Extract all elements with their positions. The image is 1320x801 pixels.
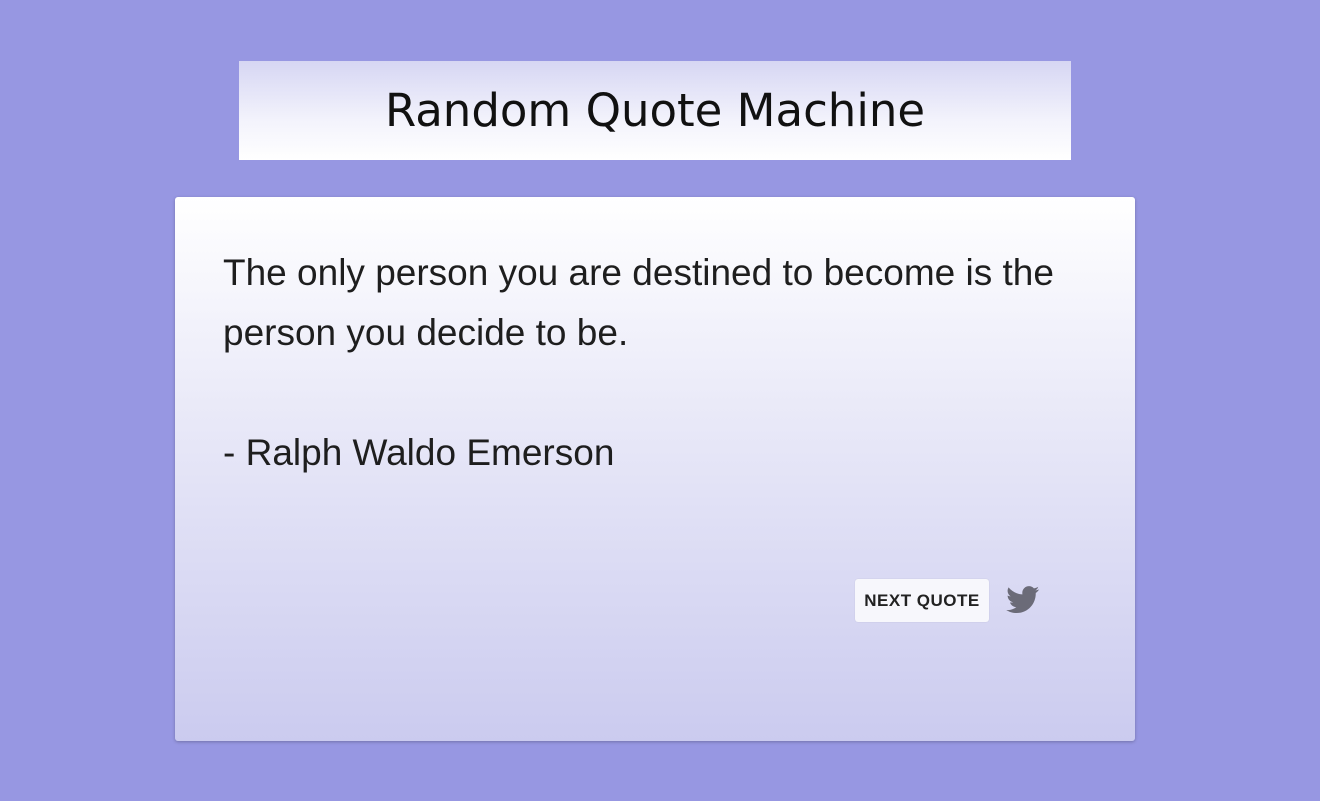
tweet-quote-button[interactable] — [1005, 583, 1041, 617]
title-bar: Random Quote Machine — [239, 61, 1071, 160]
page-title: Random Quote Machine — [384, 84, 926, 137]
quote-card: The only person you are destined to beco… — [175, 197, 1135, 741]
quote-text: The only person you are destined to beco… — [223, 252, 1054, 353]
quote-author: - Ralph Waldo Emerson — [223, 432, 615, 473]
twitter-icon — [1006, 586, 1040, 614]
next-quote-button[interactable]: NEXT QUOTE — [855, 579, 989, 622]
